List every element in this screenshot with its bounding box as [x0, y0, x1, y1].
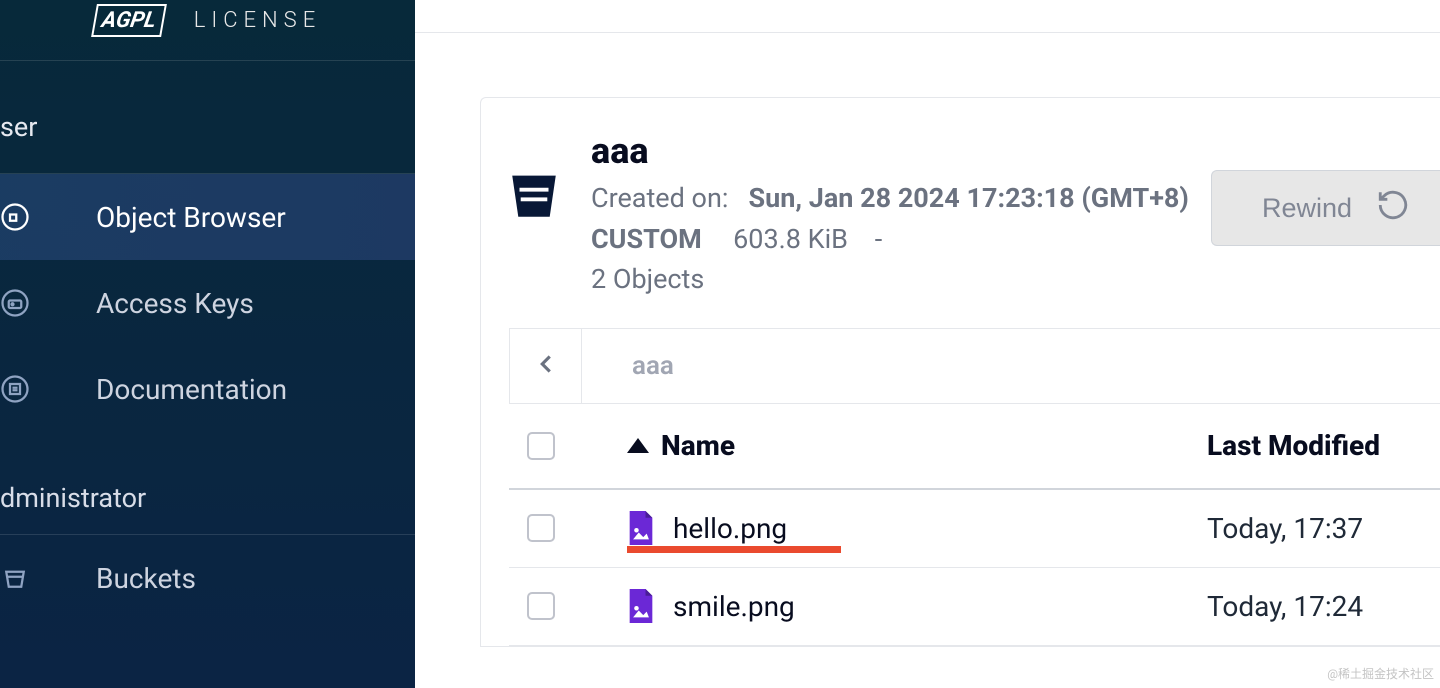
object-table: Name Last Modified [509, 404, 1440, 646]
sidebar-item-label: Buckets [96, 562, 196, 595]
row-checkbox-cell [527, 592, 627, 620]
access-keys-icon [0, 288, 30, 318]
created-label: Created on: [591, 182, 728, 214]
file-name: hello.png [673, 512, 787, 545]
file-name-cell: hello.png [627, 511, 1207, 545]
object-browser-icon [0, 202, 30, 232]
sidebar-item-label: Object Browser [96, 201, 286, 234]
table-row[interactable]: hello.png Today, 17:37 [509, 490, 1440, 568]
bucket-icon [505, 166, 563, 224]
watermark: @稀土掘金技术社区 [1327, 665, 1434, 682]
license-label: LICENSE [194, 8, 321, 33]
header-checkbox-cell [527, 432, 627, 460]
file-name-cell: smile.png [627, 589, 1207, 623]
breadcrumb-back-button[interactable] [510, 329, 582, 403]
select-all-checkbox[interactable] [527, 432, 555, 460]
breadcrumb-path[interactable]: aaa [582, 329, 674, 403]
bucket-object-count: 2 Objects [591, 263, 704, 295]
sort-asc-icon [627, 438, 649, 453]
rewind-icon [1376, 188, 1410, 229]
highlight-underline [627, 546, 841, 553]
sidebar-item-buckets[interactable]: Buckets [0, 535, 415, 621]
chevron-left-icon [531, 349, 561, 383]
file-modified: Today, 17:37 [1207, 512, 1363, 545]
row-checkbox[interactable] [527, 592, 555, 620]
table-header: Name Last Modified [509, 404, 1440, 490]
agpl-logo-icon: AGPL [91, 4, 167, 37]
bucket-separator: - [875, 223, 882, 255]
access-value: CUSTOM [591, 223, 702, 255]
buckets-icon [0, 563, 30, 593]
sidebar-section-administrator: dministrator [0, 482, 415, 514]
main-content: aaa Created on: Sun, Jan 28 2024 17:23:1… [415, 0, 1440, 688]
bucket-card: aaa Created on: Sun, Jan 28 2024 17:23:1… [480, 97, 1440, 647]
image-file-icon [627, 511, 655, 545]
sidebar: AGPL LICENSE ser Object Browser Access K… [0, 0, 415, 688]
sidebar-item-access-keys[interactable]: Access Keys [0, 260, 415, 346]
column-header-modified[interactable]: Last Modified [1207, 429, 1380, 462]
row-checkbox[interactable] [527, 514, 555, 542]
sidebar-section-user: ser [0, 61, 415, 173]
created-value: Sun, Jan 28 2024 17:23:18 (GMT+8) [749, 182, 1189, 214]
sidebar-top: AGPL LICENSE [0, 0, 415, 60]
main-divider [415, 32, 1440, 33]
rewind-button[interactable]: Rewind [1211, 170, 1440, 246]
bucket-size: 603.8 KiB [733, 223, 848, 255]
column-header-name[interactable]: Name [627, 429, 1207, 462]
sidebar-item-object-browser[interactable]: Object Browser [0, 174, 415, 260]
rewind-label: Rewind [1262, 193, 1352, 224]
file-modified: Today, 17:24 [1207, 590, 1363, 623]
documentation-icon [0, 374, 30, 404]
table-row[interactable]: smile.png Today, 17:24 [509, 568, 1440, 646]
row-checkbox-cell [527, 514, 627, 542]
column-modified-label: Last Modified [1207, 429, 1380, 462]
bucket-name: aaa [591, 130, 1440, 172]
breadcrumb: aaa [509, 328, 1440, 404]
sidebar-item-documentation[interactable]: Documentation [0, 346, 415, 432]
column-name-label: Name [661, 429, 735, 462]
sidebar-item-label: Access Keys [96, 287, 254, 320]
license-logo: AGPL LICENSE [94, 4, 321, 37]
sidebar-item-label: Documentation [96, 373, 287, 406]
file-name: smile.png [673, 590, 795, 623]
image-file-icon [627, 589, 655, 623]
